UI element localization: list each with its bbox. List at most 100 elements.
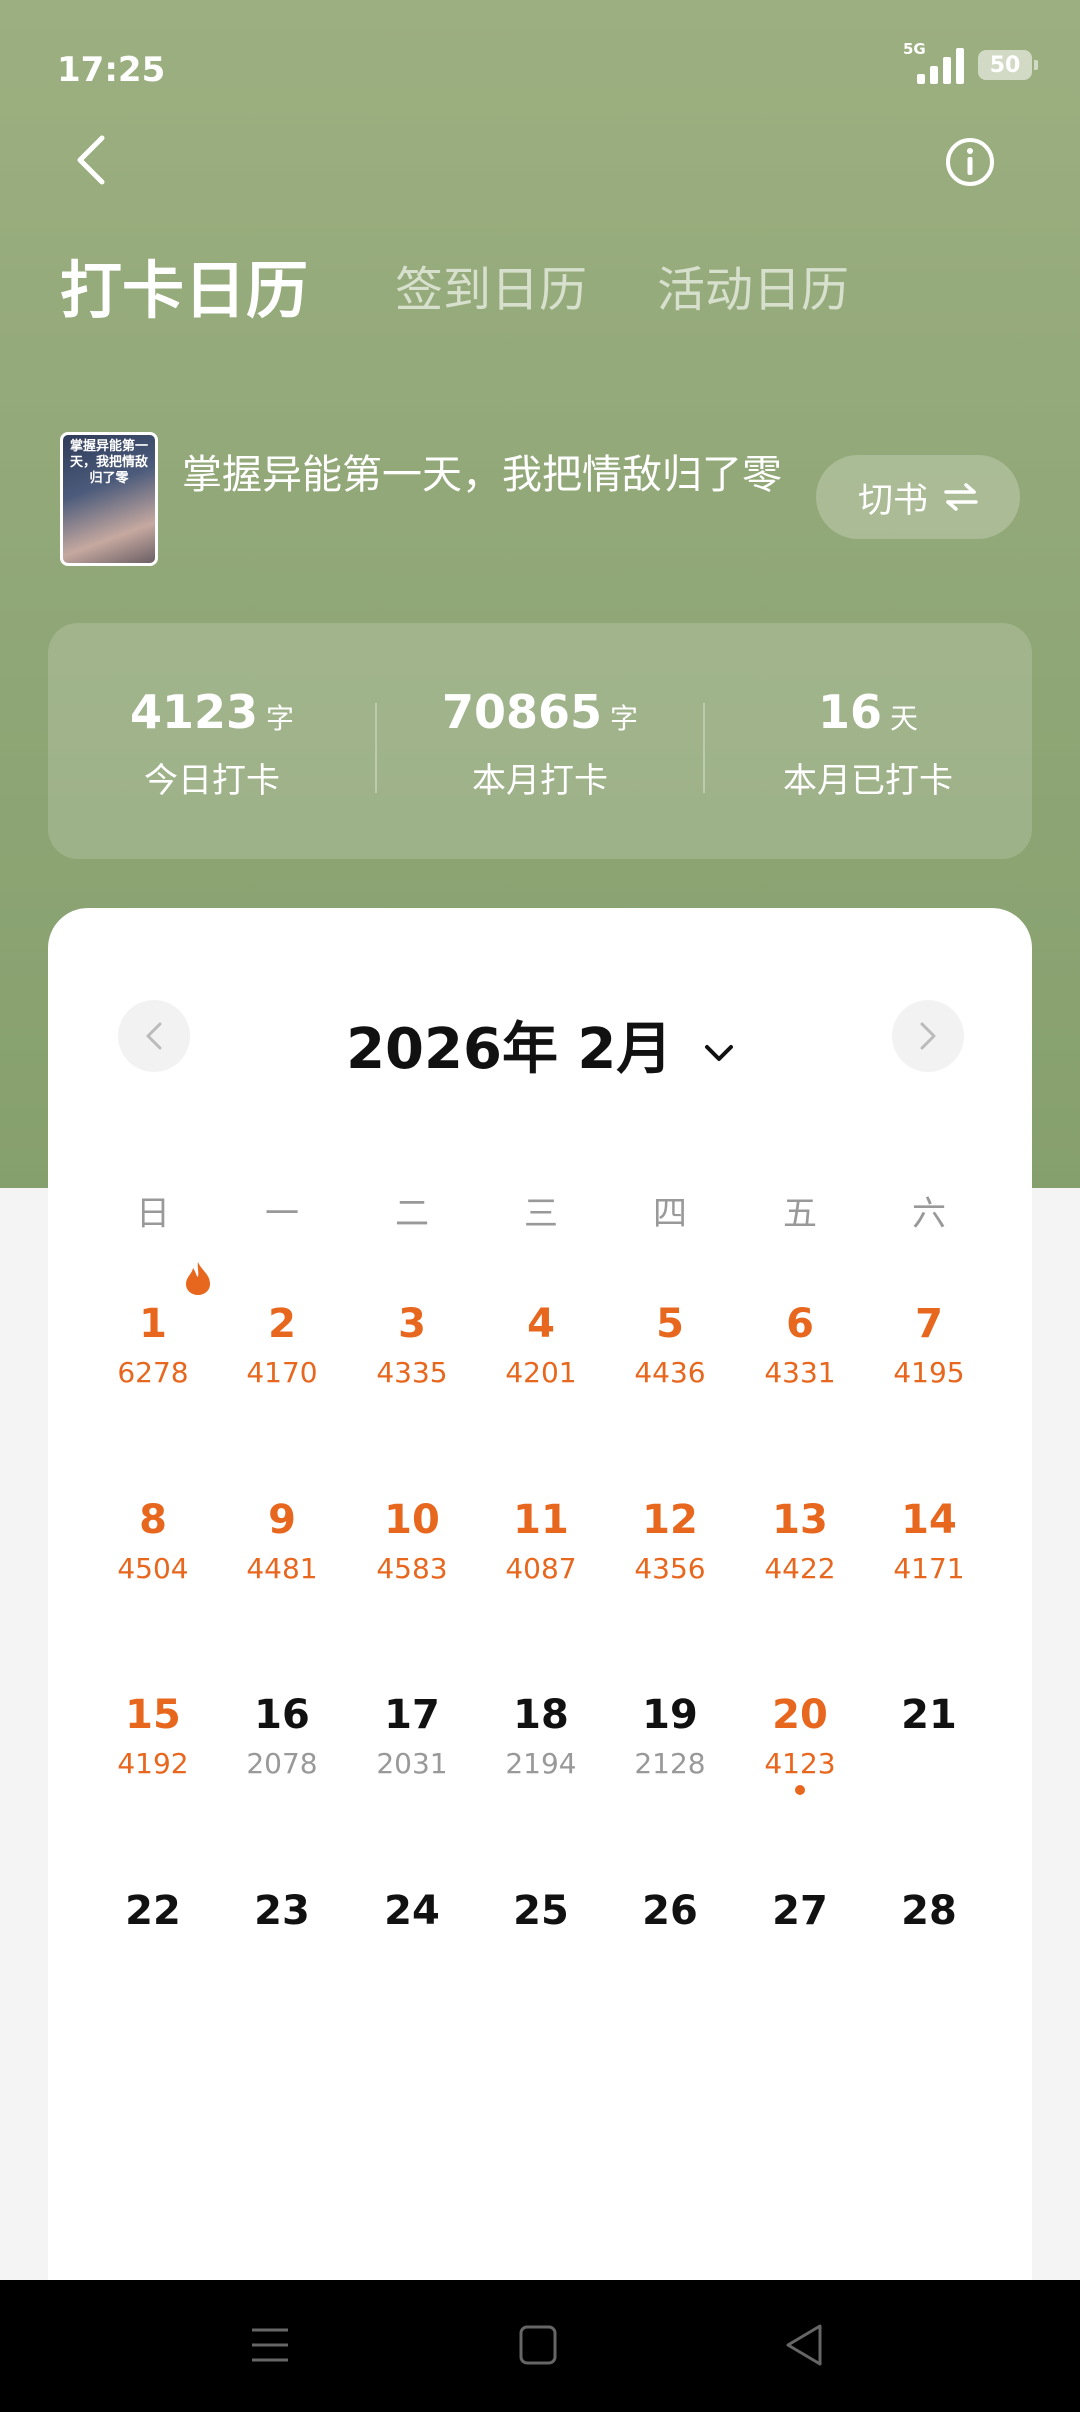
calendar-day[interactable]: 18 2194 — [476, 1693, 606, 1779]
calendar-day[interactable]: 5 4436 — [605, 1302, 735, 1388]
weekday-label: 三 — [524, 1194, 558, 1234]
stat-unit: 字 — [266, 702, 295, 735]
tab-signin-calendar[interactable]: 签到日历 — [395, 250, 587, 320]
day-number: 9 — [268, 1497, 296, 1543]
stat-value: 70865 — [441, 685, 603, 739]
calendar-day[interactable]: 27 — [735, 1889, 865, 1945]
stat-unit: 字 — [610, 702, 639, 735]
day-word-count: 4422 — [764, 1552, 836, 1585]
swap-arrows-icon — [944, 483, 978, 511]
day-number: 19 — [642, 1692, 698, 1738]
signal-icon: 5G — [903, 40, 964, 84]
stat-value: 16 — [817, 685, 882, 739]
day-number: 10 — [384, 1497, 440, 1543]
day-word-count: 4087 — [505, 1552, 577, 1585]
day-number: 13 — [772, 1497, 828, 1543]
calendar-day[interactable]: 19 2128 — [605, 1693, 735, 1779]
day-number: 20 — [772, 1692, 828, 1738]
info-button[interactable] — [945, 137, 995, 187]
calendar-day[interactable]: 7 4195 — [864, 1302, 994, 1388]
calendar-day[interactable]: 17 2031 — [347, 1693, 477, 1779]
day-number: 7 — [915, 1301, 943, 1347]
day-word-count: 4195 — [893, 1356, 965, 1389]
day-number: 23 — [254, 1888, 310, 1934]
day-word-count: 2128 — [634, 1747, 706, 1780]
stats-card: 4123 字 今日打卡 70865 字 本月打卡 16 天 本月已打卡 — [48, 623, 1032, 859]
calendar-day[interactable]: 11 4087 — [476, 1498, 606, 1584]
stat-month-words: 70865 字 本月打卡 — [376, 685, 704, 802]
calendar-day[interactable]: 26 — [605, 1889, 735, 1945]
day-number: 3 — [398, 1301, 426, 1347]
next-month-button[interactable] — [892, 1000, 964, 1072]
home-icon[interactable] — [516, 2320, 560, 2370]
stat-label: 本月打卡 — [472, 761, 608, 801]
weekday-label: 六 — [912, 1194, 946, 1234]
calendar-day[interactable]: 25 — [476, 1889, 606, 1945]
calendar-day[interactable]: 23 — [217, 1889, 347, 1945]
stat-month-days: 16 天 本月已打卡 — [704, 685, 1032, 802]
day-word-count: 2194 — [505, 1747, 577, 1780]
calendar-day[interactable]: 21 — [864, 1693, 994, 1749]
calendar-day[interactable]: 13 4422 — [735, 1498, 865, 1584]
month-title: 2026年 2月 — [346, 1017, 673, 1082]
calendar-day[interactable]: 14 4171 — [864, 1498, 994, 1584]
calendar-day[interactable]: 4 4201 — [476, 1302, 606, 1388]
calendar-card: 2026年 2月 日一二三四五六 1 6278 2 4170 3 4335 4 4201 5 443… — [48, 908, 1032, 2288]
day-word-count: 2031 — [376, 1747, 448, 1780]
calendar-day[interactable]: 9 4481 — [217, 1498, 347, 1584]
calendar-day[interactable]: 12 4356 — [605, 1498, 735, 1584]
system-nav-bar — [0, 2280, 1080, 2412]
day-number: 16 — [254, 1692, 310, 1738]
day-number: 17 — [384, 1692, 440, 1738]
calendar-day[interactable]: 1 6278 — [88, 1302, 218, 1388]
tab-checkin-calendar[interactable]: 打卡日历 — [60, 240, 308, 330]
day-number: 6 — [786, 1301, 814, 1347]
day-word-count: 4583 — [376, 1552, 448, 1585]
tab-activity-calendar[interactable]: 活动日历 — [657, 250, 849, 320]
weekday-label: 日 — [136, 1194, 170, 1234]
battery-icon: 50 — [978, 50, 1038, 80]
day-number: 24 — [384, 1888, 440, 1934]
day-word-count: 4192 — [117, 1747, 189, 1780]
network-type: 5G — [903, 40, 926, 58]
day-number: 14 — [901, 1497, 957, 1543]
calendar-day[interactable]: 2 4170 — [217, 1302, 347, 1388]
chevron-right-icon — [920, 1022, 936, 1050]
back-nav-icon[interactable] — [782, 2320, 826, 2370]
menu-icon[interactable] — [248, 2320, 292, 2370]
calendar-day[interactable]: 6 4331 — [735, 1302, 865, 1388]
month-selector[interactable]: 2026年 2月 — [48, 1004, 1032, 1085]
calendar-day[interactable]: 3 4335 — [347, 1302, 477, 1388]
status-time: 17:25 — [57, 50, 166, 90]
day-number: 2 — [268, 1301, 296, 1347]
back-button[interactable] — [60, 128, 120, 192]
day-number: 15 — [125, 1692, 181, 1738]
day-number: 22 — [125, 1888, 181, 1934]
info-icon — [946, 138, 994, 186]
day-word-count: 6278 — [117, 1356, 189, 1389]
calendar-day[interactable]: 24 — [347, 1889, 477, 1945]
calendar-day[interactable]: 28 — [864, 1889, 994, 1945]
day-number: 5 — [656, 1301, 684, 1347]
stat-label: 今日打卡 — [144, 761, 280, 801]
book-cover-text: 掌握异能第一天，我把情敌归了零 — [69, 439, 148, 486]
day-number: 1 — [139, 1301, 167, 1347]
day-number: 4 — [527, 1301, 555, 1347]
flame-icon — [186, 1262, 210, 1295]
switch-book-button[interactable]: 切书 — [816, 455, 1020, 539]
day-word-count: 4331 — [764, 1356, 836, 1389]
calendar-day[interactable]: 8 4504 — [88, 1498, 218, 1584]
calendar-day[interactable]: 20 4123 — [735, 1693, 865, 1779]
day-word-count: 4171 — [893, 1552, 965, 1585]
day-word-count: 4170 — [246, 1356, 318, 1389]
day-word-count: 4436 — [634, 1356, 706, 1389]
day-number: 26 — [642, 1888, 698, 1934]
day-number: 8 — [139, 1497, 167, 1543]
day-word-count: 4504 — [117, 1552, 189, 1585]
stat-today: 4123 字 今日打卡 — [48, 685, 376, 802]
calendar-day[interactable]: 10 4583 — [347, 1498, 477, 1584]
calendar-day[interactable]: 16 2078 — [217, 1693, 347, 1779]
book-cover[interactable]: 掌握异能第一天，我把情敌归了零 — [60, 432, 158, 566]
calendar-day[interactable]: 22 — [88, 1889, 218, 1945]
calendar-day[interactable]: 15 4192 — [88, 1693, 218, 1779]
